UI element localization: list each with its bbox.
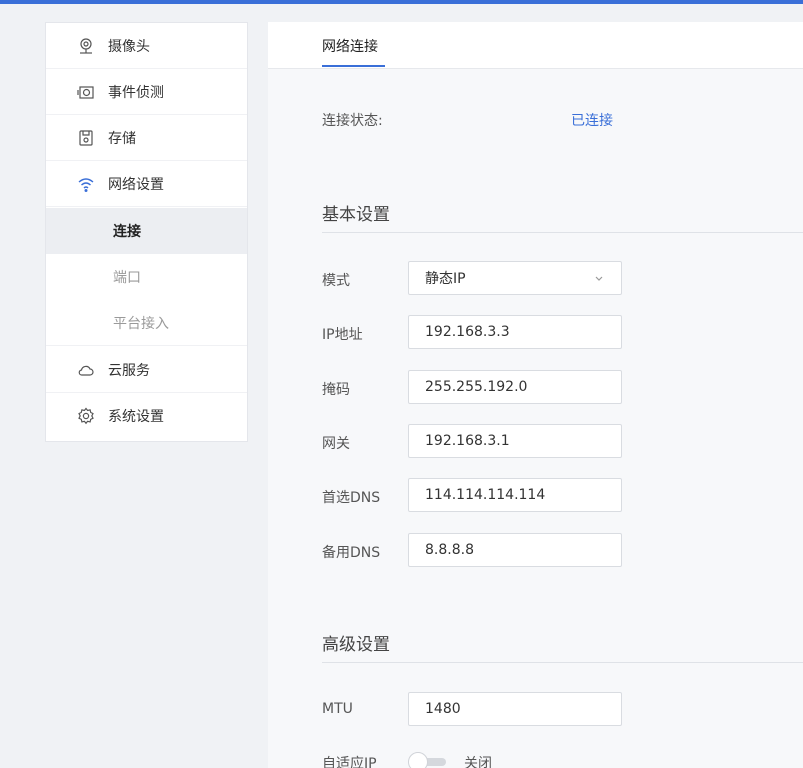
storage-icon xyxy=(76,128,96,148)
connection-status-label: 连接状态: xyxy=(322,113,383,129)
sidebar-subitem-port[interactable]: 端口 xyxy=(46,254,247,300)
active-tab-indicator xyxy=(322,65,385,67)
adaptive-ip-state-text: 关闭 xyxy=(464,756,492,768)
cloud-icon xyxy=(76,360,96,380)
basic-settings-title: 基本设置 xyxy=(322,205,390,225)
sidebar-item-label: 摄像头 xyxy=(108,38,150,55)
adaptive-ip-label: 自适应IP xyxy=(322,756,377,768)
connection-status-value: 已连接 xyxy=(571,113,613,129)
subnet-mask-label: 掩码 xyxy=(322,382,350,398)
primary-dns-label: 首选DNS xyxy=(322,490,381,506)
gateway-label: 网关 xyxy=(322,436,350,452)
mtu-label: MTU xyxy=(322,701,353,717)
camera-icon xyxy=(76,82,96,102)
mode-select[interactable]: 静态IP xyxy=(408,261,622,295)
gear-icon xyxy=(76,406,96,426)
sidebar-subitem-platform-access[interactable]: 平台接入 xyxy=(46,300,247,346)
sidebar-menu: 摄像头 事件侦测 存储 网络设置 连接 端口 平台接入 云服务 系统设置 xyxy=(45,22,248,442)
main-content: 网络连接 连接状态: 已连接 基本设置 模式 静态IP IP地址 掩码 网关 首… xyxy=(268,22,803,768)
sidebar-item-camera[interactable]: 摄像头 xyxy=(46,23,247,69)
section-divider xyxy=(322,232,803,233)
top-accent-bar xyxy=(0,0,803,4)
sidebar-item-label: 云服务 xyxy=(108,362,150,379)
chevron-down-icon xyxy=(593,272,605,284)
sidebar-item-network-settings[interactable]: 网络设置 xyxy=(46,161,247,207)
wifi-icon xyxy=(76,174,96,194)
advanced-settings-title: 高级设置 xyxy=(322,635,390,655)
sidebar-item-system-settings[interactable]: 系统设置 xyxy=(46,393,247,439)
gateway-input[interactable] xyxy=(408,424,622,458)
sidebar-item-event-detection[interactable]: 事件侦测 xyxy=(46,69,247,115)
sidebar-item-storage[interactable]: 存储 xyxy=(46,115,247,161)
mtu-input[interactable] xyxy=(408,692,622,726)
sidebar-subitem-connection[interactable]: 连接 xyxy=(46,208,247,254)
sidebar-item-label: 存储 xyxy=(108,130,136,147)
ip-address-label: IP地址 xyxy=(322,327,363,343)
secondary-dns-input[interactable] xyxy=(408,533,622,567)
adaptive-ip-toggle[interactable] xyxy=(408,752,448,768)
sidebar-item-label: 事件侦测 xyxy=(108,84,164,101)
sidebar-item-label: 网络设置 xyxy=(108,176,164,193)
ip-address-input[interactable] xyxy=(408,315,622,349)
mode-select-value: 静态IP xyxy=(425,271,466,287)
section-divider xyxy=(322,662,803,663)
tab-network-connection[interactable]: 网络连接 xyxy=(322,22,378,69)
tab-bar: 网络连接 xyxy=(268,22,803,69)
sidebar-item-cloud-service[interactable]: 云服务 xyxy=(46,347,247,393)
map-pin-icon xyxy=(76,36,96,56)
mode-label: 模式 xyxy=(322,273,350,289)
subnet-mask-input[interactable] xyxy=(408,370,622,404)
primary-dns-input[interactable] xyxy=(408,478,622,512)
toggle-knob xyxy=(408,752,428,768)
sidebar-item-label: 系统设置 xyxy=(108,409,164,425)
secondary-dns-label: 备用DNS xyxy=(322,545,381,561)
